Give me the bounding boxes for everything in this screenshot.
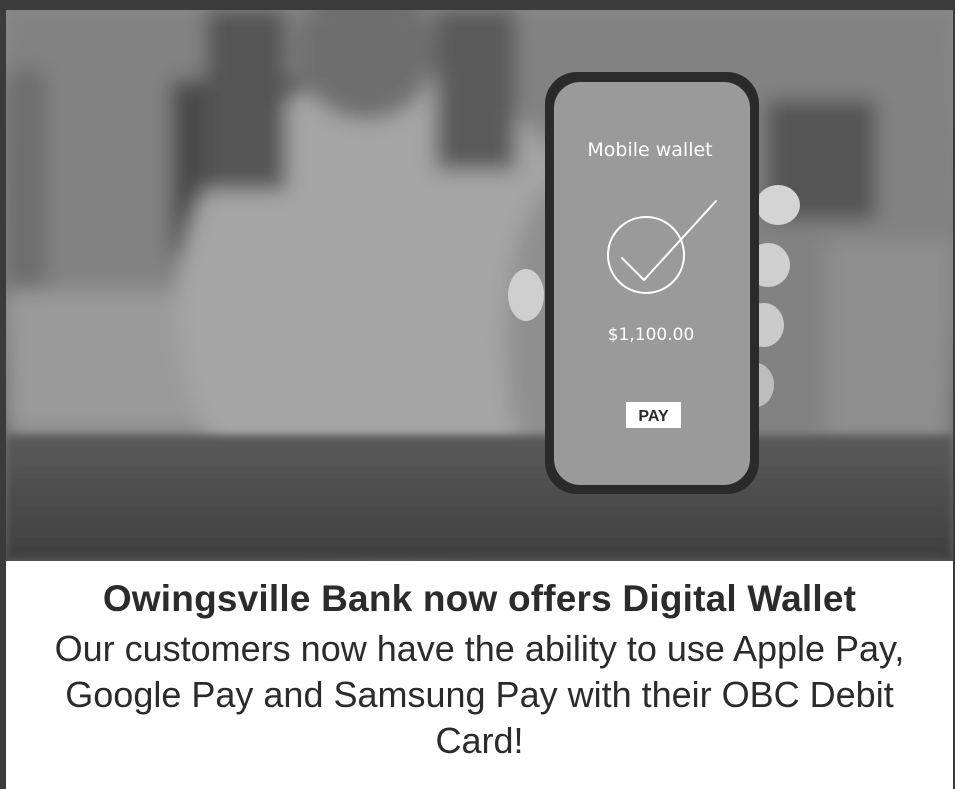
- smartphone: [545, 72, 759, 494]
- body-text: Our customers now have the ability to us…: [54, 628, 905, 761]
- pay-button[interactable]: PAY: [626, 402, 681, 428]
- wallet-title: Mobile wallet: [587, 139, 712, 161]
- headline: Owingsville Bank now offers Digital Wall…: [102, 578, 857, 619]
- photo-illustration: Mobile wallet $1,100.00 PAY: [6, 10, 953, 561]
- ad-frame: Mobile wallet $1,100.00 PAY Owingsville …: [0, 0, 955, 789]
- payment-amount: $1,100.00: [608, 325, 695, 345]
- caption-panel: Owingsville Bank now offers Digital Wall…: [6, 561, 953, 789]
- pay-button-label: PAY: [638, 408, 669, 425]
- hero-photo: Mobile wallet $1,100.00 PAY: [6, 10, 953, 561]
